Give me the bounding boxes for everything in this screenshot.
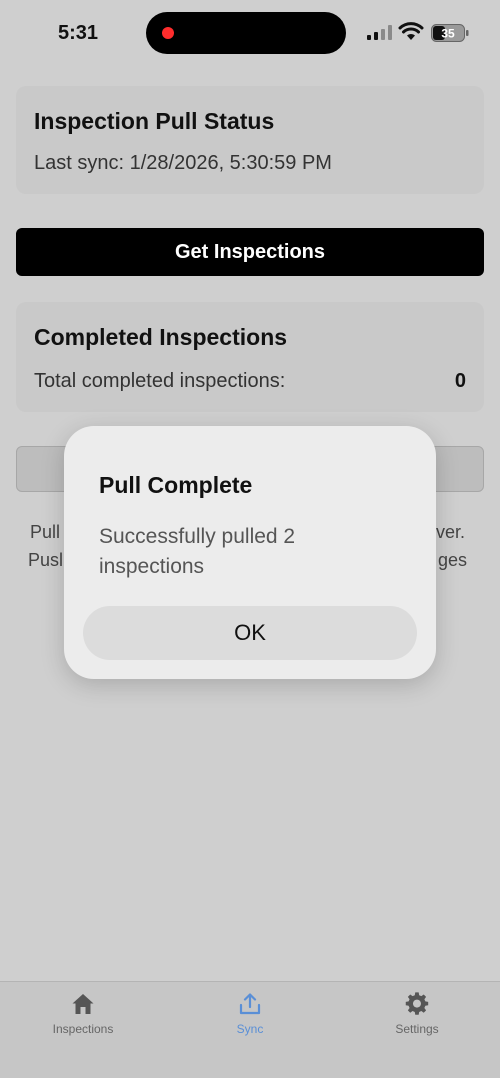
tab-sync[interactable]: Sync <box>180 992 320 1042</box>
total-completed-value: 0 <box>454 370 466 392</box>
tab-settings-label: Settings <box>395 1022 439 1036</box>
help-text-line2-start: Pusl <box>28 550 64 570</box>
tab-inspections[interactable]: Inspections <box>13 992 153 1042</box>
help-text-line2-end: ges <box>438 550 468 570</box>
pull-complete-alert: Pull Complete Successfully pulled 2 insp… <box>64 426 436 679</box>
completed-inspections-title: Completed Inspections <box>34 324 288 350</box>
status-time: 5:31 <box>58 22 99 44</box>
dynamic-island <box>146 12 346 54</box>
help-text-line1-end: ver. <box>436 522 466 542</box>
pull-status-card: Inspection Pull Status Last sync: 1/28/2… <box>16 86 484 194</box>
get-inspections-button[interactable]: Get Inspections <box>16 228 484 276</box>
total-completed-label: Total completed inspections: <box>34 370 286 392</box>
alert-ok-button[interactable]: OK <box>83 606 417 660</box>
tab-settings[interactable]: Settings <box>347 992 487 1042</box>
pull-status-title: Inspection Pull Status <box>34 108 275 134</box>
upload-icon <box>239 993 261 1015</box>
tab-inspections-label: Inspections <box>52 1022 114 1036</box>
alert-message: Successfully pulled 2 inspections <box>99 525 296 578</box>
home-icon <box>72 994 94 1014</box>
completed-inspections-card: Completed Inspections Total completed in… <box>16 302 484 412</box>
recording-indicator-icon <box>162 27 174 39</box>
battery-level: 35 <box>441 27 455 41</box>
tab-bar: Inspections Sync Settings <box>0 981 500 1078</box>
alert-title: Pull Complete <box>99 472 253 498</box>
tab-sync-label: Sync <box>236 1022 264 1036</box>
wifi-icon <box>398 22 424 40</box>
status-bar: 5:31 35 <box>0 0 500 66</box>
cellular-signal-icon <box>367 25 392 40</box>
gear-icon <box>405 992 429 1015</box>
battery-icon: 35 <box>431 24 469 42</box>
last-sync-text: Last sync: 1/28/2026, 5:30:59 PM <box>34 152 332 174</box>
help-text-line1-start: Pull <box>30 522 61 542</box>
